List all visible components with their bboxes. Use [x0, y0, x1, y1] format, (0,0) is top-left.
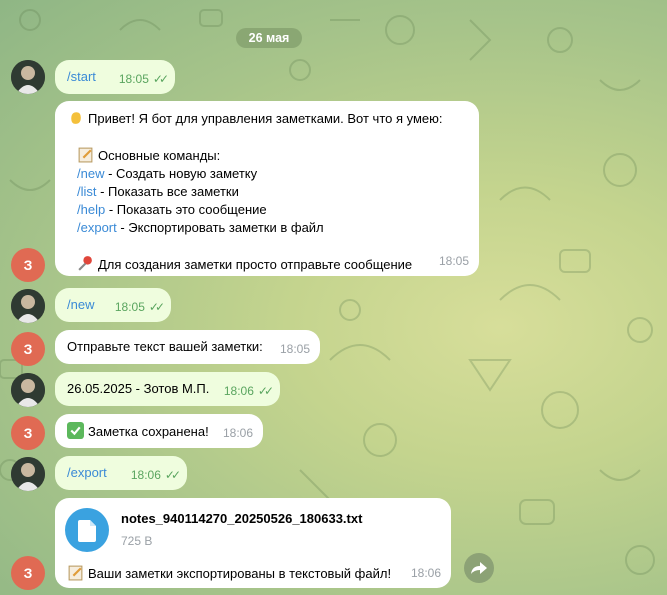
user-photo-icon	[11, 289, 45, 323]
message-saved[interactable]: Заметка сохранена! 18:06	[55, 414, 263, 448]
command-help-desc: - Показать это сообщение	[105, 202, 267, 217]
command-start[interactable]: /start	[67, 69, 96, 84]
message-file[interactable]: notes_940114270_20250526_180633.txt 725 …	[55, 498, 451, 588]
message-text: Отправьте текст вашей заметки:	[67, 339, 263, 354]
read-checks-icon: ✓✓	[257, 384, 274, 398]
command-line-new: /new - Создать новую заметку	[77, 165, 467, 183]
message-new[interactable]: /new 18:05 ✓✓	[55, 288, 171, 322]
memo-icon	[78, 147, 93, 163]
message-time: 18:06	[223, 384, 254, 398]
message-time: 18:05	[118, 72, 149, 86]
user-avatar[interactable]	[11, 289, 45, 323]
command-export-link[interactable]: /export	[77, 220, 117, 235]
message-time: 18:06	[410, 566, 441, 580]
command-list-link[interactable]: /list	[77, 184, 97, 199]
command-export-desc: - Экспортировать заметки в файл	[116, 220, 324, 235]
message-start[interactable]: /start 18:05 ✓✓	[55, 60, 175, 94]
read-checks-icon: ✓✓	[164, 468, 181, 482]
user-photo-icon	[11, 373, 45, 407]
memo-icon	[68, 565, 83, 581]
bot-avatar[interactable]: З	[11, 248, 45, 282]
message-help[interactable]: Привет! Я бот для управления заметками. …	[55, 101, 479, 276]
command-new-desc: - Создать новую заметку	[104, 166, 258, 181]
user-photo-icon	[11, 60, 45, 94]
user-avatar[interactable]	[11, 373, 45, 407]
message-text: Заметка сохранена!	[88, 424, 209, 439]
command-line-help: /help - Показать это сообщение	[77, 201, 467, 219]
pushpin-icon	[78, 256, 92, 271]
message-prompt[interactable]: Отправьте текст вашей заметки: 18:05	[55, 330, 320, 364]
read-checks-icon: ✓✓	[152, 72, 169, 86]
file-caption-row: Ваши заметки экспортированы в текстовый …	[67, 564, 391, 583]
command-line-export: /export - Экспортировать заметки в файл	[77, 219, 467, 237]
message-time: 18:05	[438, 254, 469, 268]
command-list-desc: - Показать все заметки	[96, 184, 239, 199]
file-name[interactable]: notes_940114270_20250526_180633.txt	[121, 510, 362, 528]
user-photo-icon	[11, 457, 45, 491]
message-text: 26.05.2025 - Зотов М.П.	[67, 381, 210, 396]
command-export[interactable]: /export	[67, 465, 107, 480]
message-time: 18:06	[130, 468, 161, 482]
tip-text: Для создания заметки просто отправьте со…	[98, 257, 413, 272]
command-new[interactable]: /new	[67, 297, 94, 312]
command-new-link[interactable]: /new	[77, 166, 104, 181]
date-separator: 26 мая	[236, 28, 302, 48]
waving-hand-icon	[71, 112, 81, 124]
bot-avatar[interactable]: З	[11, 332, 45, 366]
message-time: 18:05	[279, 342, 310, 356]
document-icon	[78, 520, 96, 542]
bot-avatar[interactable]: З	[11, 416, 45, 450]
message-time: 18:06	[222, 426, 253, 440]
message-note[interactable]: 26.05.2025 - Зотов М.П. 18:06 ✓✓	[55, 372, 280, 406]
user-avatar[interactable]	[11, 457, 45, 491]
message-time: 18:05	[114, 300, 145, 314]
read-checks-icon: ✓✓	[148, 300, 165, 314]
share-arrow-icon	[471, 562, 487, 574]
commands-title: Основные команды:	[98, 148, 221, 163]
check-mark-icon	[67, 422, 84, 439]
file-caption: Ваши заметки экспортированы в текстовый …	[88, 566, 392, 581]
forward-button[interactable]	[464, 553, 494, 583]
bot-avatar[interactable]: З	[11, 556, 45, 590]
file-size: 725 B	[121, 534, 153, 548]
greeting-text: Привет! Я бот для управления заметками. …	[88, 111, 443, 126]
message-export[interactable]: /export 18:06 ✓✓	[55, 456, 187, 490]
user-avatar[interactable]	[11, 60, 45, 94]
command-help-link[interactable]: /help	[77, 202, 105, 217]
command-line-list: /list - Показать все заметки	[77, 183, 467, 201]
file-download-icon[interactable]	[65, 508, 109, 552]
